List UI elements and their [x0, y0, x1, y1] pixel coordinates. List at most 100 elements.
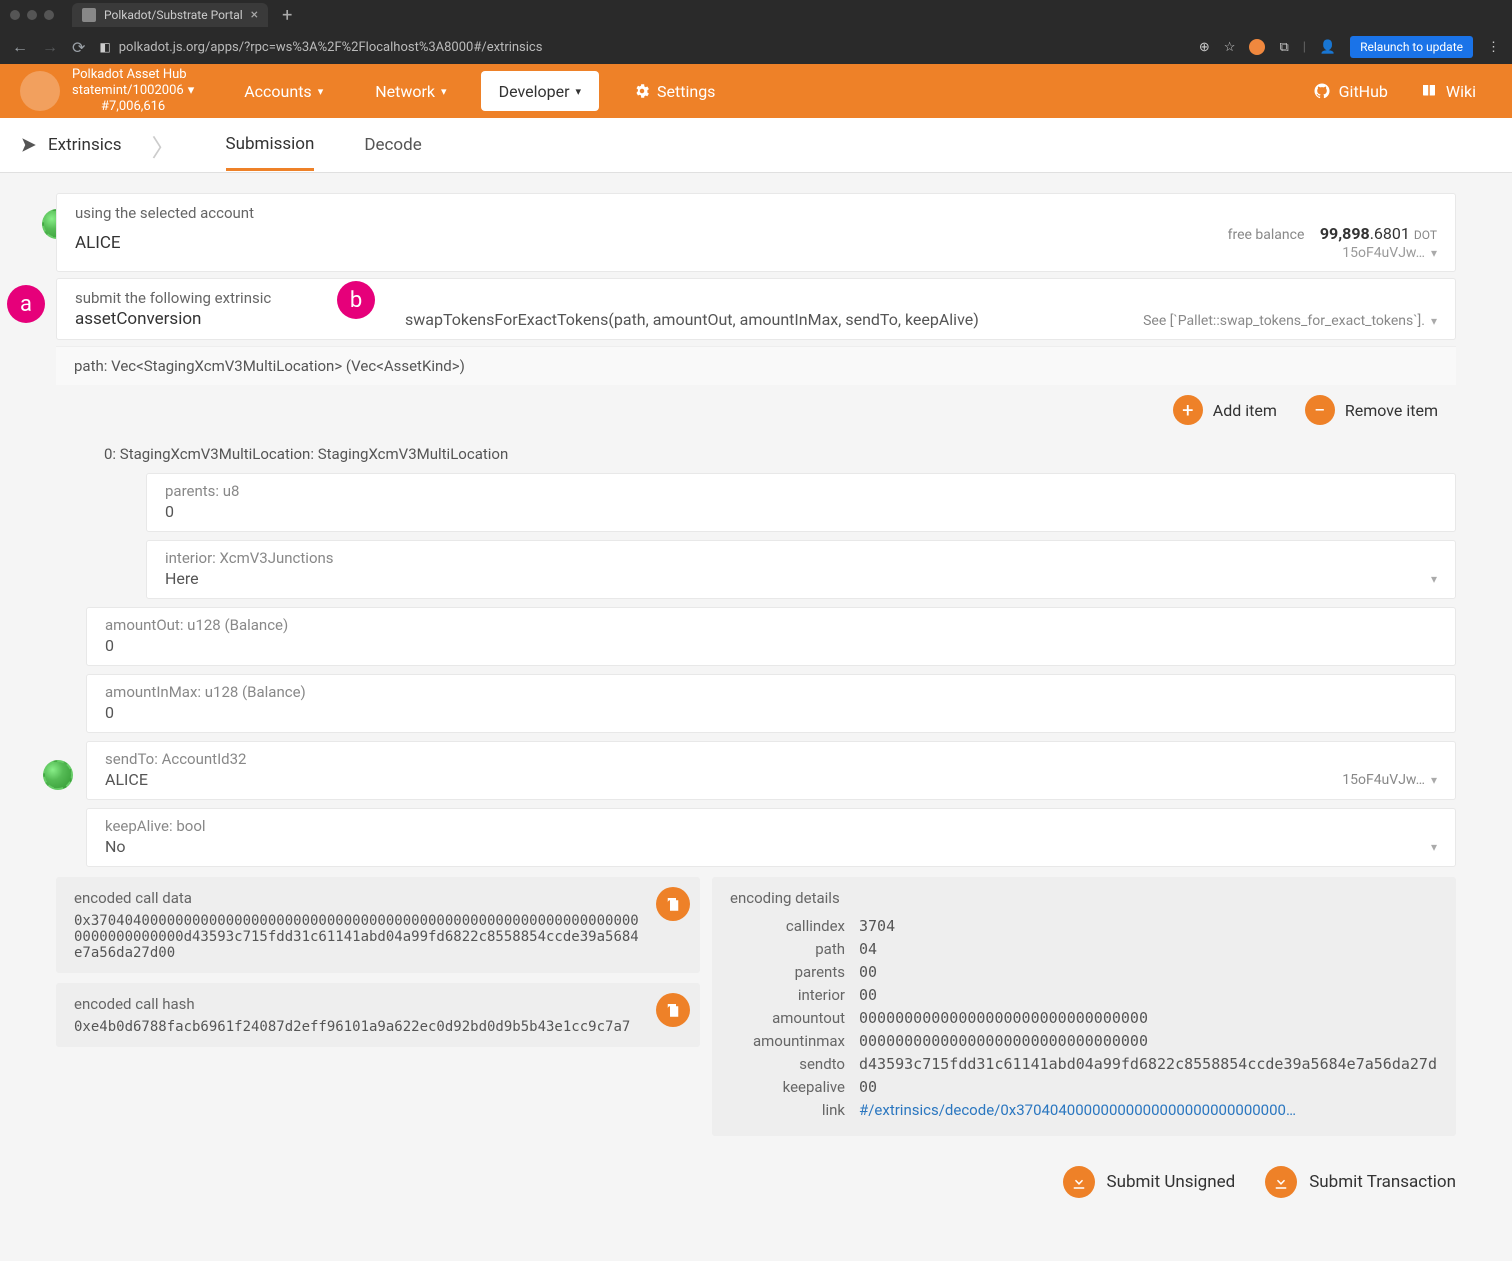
- nav-developer-label: Developer: [499, 82, 570, 101]
- copy-callhash-button[interactable]: [656, 993, 690, 1027]
- breadcrumb-separator-icon: 〉: [152, 128, 176, 163]
- item0-label: 0: StagingXcmV3MultiLocation: StagingXcm…: [86, 435, 1456, 473]
- encoded-callhash-box: encoded call hash 0xe4b0d6788facb6961f24…: [56, 983, 700, 1047]
- parents-field[interactable]: parents: u8 0: [146, 473, 1456, 532]
- plus-icon: +: [1173, 395, 1203, 425]
- chevron-down-icon: ▾: [1431, 314, 1437, 328]
- send-icon: [20, 136, 38, 154]
- minimize-window-icon[interactable]: [27, 10, 37, 20]
- remove-item-button[interactable]: − Remove item: [1305, 395, 1438, 425]
- action-row: Submit Unsigned Submit Transaction: [56, 1166, 1456, 1198]
- vec-controls: + Add item − Remove item: [56, 385, 1456, 435]
- copy-icon: [664, 1001, 682, 1019]
- sendto-addr-short: 15oF4uVJw…: [1342, 772, 1425, 788]
- new-tab-button[interactable]: +: [276, 5, 298, 26]
- profile-icon[interactable]: 👤: [1320, 40, 1336, 55]
- detail-row-link: link#/extrinsics/decode/0x37040400000000…: [730, 1101, 1438, 1119]
- amountout-field[interactable]: amountOut: u128 (Balance) 0: [86, 607, 1456, 666]
- forward-icon[interactable]: →: [42, 37, 58, 57]
- tab-submission[interactable]: Submission: [226, 120, 315, 171]
- chevron-down-icon: ▾: [188, 83, 195, 99]
- encoded-calldata-box: encoded call data 0x37040400000000000000…: [56, 877, 700, 973]
- keepalive-label: keepAlive: bool: [87, 809, 1455, 837]
- amountinmax-value: 0: [105, 703, 114, 722]
- amountout-label: amountOut: u128 (Balance): [87, 608, 1455, 636]
- nav-developer[interactable]: Developer ▾: [481, 71, 599, 111]
- site-info-icon[interactable]: ◧: [99, 40, 110, 54]
- parents-label: parents: u8: [147, 474, 1455, 502]
- relaunch-button[interactable]: Relaunch to update: [1350, 36, 1473, 58]
- copy-calldata-button[interactable]: [656, 887, 690, 921]
- sendto-identicon-icon: [43, 760, 73, 790]
- encoding-details-box: encoding details callindex3704 path04 pa…: [712, 877, 1456, 1136]
- tab-title: Polkadot/Substrate Portal: [104, 8, 243, 22]
- maximize-window-icon[interactable]: [44, 10, 54, 20]
- marker-a: a: [7, 285, 45, 323]
- decode-link[interactable]: #/extrinsics/decode/0x370404000000000000…: [859, 1101, 1438, 1119]
- account-label: using the selected account: [57, 194, 1455, 224]
- chevron-down-icon: ▾: [318, 85, 324, 98]
- nav-network[interactable]: Network ▾: [349, 64, 472, 118]
- zoom-icon[interactable]: ⊕: [1199, 40, 1210, 55]
- browser-menu-icon[interactable]: ⋮: [1487, 40, 1500, 55]
- chain-selector[interactable]: Polkadot Asset Hub statemint/1002006 ▾ #…: [0, 67, 218, 116]
- keepalive-value: No: [105, 837, 126, 856]
- minus-icon: −: [1305, 395, 1335, 425]
- page-subnav: Extrinsics 〉 Submission Decode: [0, 118, 1512, 173]
- extrinsic-panel: a submit the following extrinsic assetCo…: [56, 278, 1456, 340]
- encoded-calldata-value: 0x37040400000000000000000000000000000000…: [74, 913, 682, 961]
- chevron-down-icon: ▾: [1431, 246, 1437, 260]
- wiki-link[interactable]: Wiki: [1404, 82, 1492, 101]
- method-doc: See [`Pallet::swap_tokens_for_exact_toke…: [1143, 313, 1425, 329]
- method-name: swapTokensForExactTokens(path, amountOut…: [405, 310, 979, 329]
- nav-network-label: Network: [375, 82, 435, 101]
- balance-int: 99,898: [1320, 224, 1370, 243]
- encoded-calldata-label: encoded call data: [74, 889, 682, 907]
- reload-icon[interactable]: ⟳: [72, 38, 85, 57]
- url-text: polkadot.js.org/apps/?rpc=ws%3A%2F%2Floc…: [119, 40, 543, 55]
- pallet-selector[interactable]: submit the following extrinsic assetConv…: [57, 279, 357, 339]
- amountinmax-field[interactable]: amountInMax: u128 (Balance) 0: [86, 674, 1456, 733]
- nav-accounts[interactable]: Accounts ▾: [218, 64, 349, 118]
- sendto-field[interactable]: sendTo: AccountId32 ALICE 15oF4uVJw… ▾: [86, 741, 1456, 800]
- amountout-value: 0: [105, 636, 114, 655]
- detail-row-amountinmax: amountinmax00000000000000000000000000000…: [730, 1032, 1438, 1050]
- favicon-icon: [82, 8, 96, 22]
- detail-row-sendto: sendtod43593c715fdd31c61141abd04a99fd682…: [730, 1055, 1438, 1073]
- account-name: ALICE: [75, 233, 121, 253]
- close-tab-icon[interactable]: ×: [251, 7, 258, 23]
- submit-unsigned-label: Submit Unsigned: [1107, 1172, 1236, 1192]
- sendto-label: sendTo: AccountId32: [87, 742, 1455, 770]
- tab-decode[interactable]: Decode: [364, 121, 421, 169]
- extensions-menu-icon[interactable]: ⧉: [1279, 40, 1288, 55]
- chain-block: #7,006,616: [101, 99, 165, 114]
- submit-transaction-button[interactable]: Submit Transaction: [1265, 1166, 1456, 1198]
- chevron-down-icon: ▾: [1431, 572, 1437, 586]
- chevron-down-icon: ▾: [575, 85, 581, 98]
- close-window-icon[interactable]: [10, 10, 20, 20]
- detail-row-parents: parents00: [730, 963, 1438, 981]
- browser-tab[interactable]: Polkadot/Substrate Portal ×: [72, 3, 268, 27]
- submit-unsigned-button[interactable]: Submit Unsigned: [1063, 1166, 1236, 1198]
- parents-value: 0: [165, 502, 174, 521]
- bookmark-icon[interactable]: ☆: [1224, 40, 1236, 55]
- param-path-label: path: Vec<StagingXcmV3MultiLocation> (Ve…: [56, 346, 1456, 385]
- detail-row-interior: interior00: [730, 986, 1438, 1004]
- account-selector[interactable]: using the selected account ALICE free ba…: [56, 193, 1456, 272]
- nav-settings[interactable]: Settings: [607, 64, 741, 118]
- url-box[interactable]: ◧ polkadot.js.org/apps/?rpc=ws%3A%2F%2Fl…: [99, 40, 1184, 55]
- github-link[interactable]: GitHub: [1297, 82, 1404, 101]
- nav-accounts-label: Accounts: [244, 82, 311, 101]
- nav-settings-label: Settings: [657, 82, 715, 101]
- extension-icon[interactable]: [1249, 39, 1265, 55]
- interior-field[interactable]: interior: XcmV3Junctions Here ▾: [146, 540, 1456, 599]
- sendto-value: ALICE: [105, 770, 148, 789]
- app-header: Polkadot Asset Hub statemint/1002006 ▾ #…: [0, 64, 1512, 118]
- keepalive-field[interactable]: keepAlive: bool No ▾: [86, 808, 1456, 867]
- detail-row-amountout: amountout0000000000000000000000000000000…: [730, 1009, 1438, 1027]
- encoded-callhash-label: encoded call hash: [74, 995, 682, 1013]
- method-selector[interactable]: b swapTokensForExactTokens(path, amountO…: [357, 279, 1455, 339]
- add-item-button[interactable]: + Add item: [1173, 395, 1277, 425]
- back-icon[interactable]: ←: [12, 37, 28, 57]
- github-icon: [1313, 82, 1331, 100]
